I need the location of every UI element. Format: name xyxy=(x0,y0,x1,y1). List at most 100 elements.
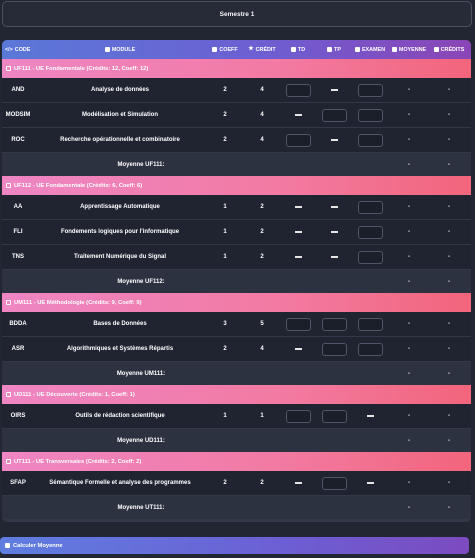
semester-header[interactable]: Semestre 1 xyxy=(2,1,472,27)
people-icon xyxy=(290,47,296,52)
module-credit: 4 xyxy=(260,346,264,352)
ue-credits-value: - xyxy=(448,504,450,511)
tp-grade-cell xyxy=(316,231,352,233)
exam-grade-input[interactable] xyxy=(357,83,383,97)
module-credits-earned: - xyxy=(448,413,450,419)
ue-header: UF112 - UE Fondamentale (Crédits: 6, Coe… xyxy=(2,176,471,195)
td-grade-cell xyxy=(280,206,316,208)
module-group-icon xyxy=(6,66,11,71)
ue-average-row: Moyenne UD111: - - xyxy=(2,429,471,452)
ue-average-label: Moyenne UT111: xyxy=(117,504,165,511)
not-applicable-dash xyxy=(330,231,338,233)
td-grade-input[interactable] xyxy=(285,317,311,331)
module-code: AND xyxy=(11,87,25,93)
td-grade-input[interactable] xyxy=(285,83,311,97)
module-coeff: 1 xyxy=(223,413,227,419)
tp-grade-input[interactable] xyxy=(321,409,347,423)
module-average: - xyxy=(408,137,410,143)
module-coeff: 2 xyxy=(223,346,227,352)
module-group-icon xyxy=(6,300,11,305)
exam-grade-input[interactable] xyxy=(357,133,383,147)
tp-grade-cell xyxy=(316,476,352,490)
module-name: Apprentissage Automatique xyxy=(80,204,160,210)
module-credits-earned: - xyxy=(448,254,450,260)
table-row: BDDA Bases de Données 3 5 - - xyxy=(2,312,471,337)
file-icon xyxy=(354,47,360,52)
module-average: - xyxy=(408,346,410,352)
module-name: Recherche opérationnelle et combinatoire xyxy=(60,137,180,143)
ue-average-value: - xyxy=(408,161,410,168)
ue-header: UT111 - UE Transversales (Crédits: 2, Co… xyxy=(2,452,471,471)
tp-grade-cell xyxy=(316,108,352,122)
table-row: SFAP Sémantique Formelle et analyse des p… xyxy=(2,471,471,496)
exam-grade-input[interactable] xyxy=(357,108,383,122)
col-td-label: TD xyxy=(297,46,306,53)
table-row: TNS Traitement Numérique du Signal 1 2 - - xyxy=(2,245,471,270)
td-grade-input[interactable] xyxy=(285,409,311,423)
table-row: OIRS Outils de rédaction scientifique 1 1 - - xyxy=(2,404,471,429)
module-coeff: 3 xyxy=(223,321,227,327)
exam-grade-input[interactable] xyxy=(357,342,383,356)
laptop-icon xyxy=(327,47,333,52)
table-row: AA Apprentissage Automatique 1 2 - - xyxy=(2,195,471,220)
col-code-label: CODE xyxy=(14,46,31,53)
exam-grade-cell xyxy=(352,83,388,97)
tp-grade-cell xyxy=(316,139,352,141)
not-applicable-dash xyxy=(294,206,302,208)
module-credit: 1 xyxy=(260,413,264,419)
module-code: AA xyxy=(13,204,23,210)
td-grade-cell xyxy=(280,482,316,484)
module-credits-earned: - xyxy=(448,112,450,118)
tp-grade-cell xyxy=(316,206,352,208)
tp-grade-input[interactable] xyxy=(321,476,347,490)
td-grade-cell xyxy=(280,256,316,258)
tp-grade-cell xyxy=(316,342,352,356)
exam-grade-cell xyxy=(352,415,388,417)
module-credit: 2 xyxy=(260,229,264,235)
tp-grade-cell xyxy=(316,89,352,91)
module-average: - xyxy=(408,413,410,419)
module-average: - xyxy=(408,321,410,327)
col-moyenne-label: MOYENNE xyxy=(398,46,427,53)
module-group-icon xyxy=(6,459,11,464)
module-average: - xyxy=(408,87,410,93)
ue-average-label: Moyenne UF112: xyxy=(117,278,165,285)
not-applicable-dash xyxy=(366,482,374,484)
col-code: </> CODE xyxy=(2,47,34,53)
col-tp-label: TP xyxy=(334,46,341,53)
col-coeff-label: COEFF xyxy=(219,46,238,53)
module-name: Outils de rédaction scientifique xyxy=(75,413,165,419)
module-credit: 2 xyxy=(260,480,264,486)
tp-grade-input[interactable] xyxy=(321,342,347,356)
calculate-average-button[interactable]: Calculer Moyenne xyxy=(0,537,469,554)
col-credit-label: CRÉDIT xyxy=(255,46,276,53)
module-name: Algorithmiques et Systèmes Répartis xyxy=(66,346,174,352)
exam-grade-input[interactable] xyxy=(357,200,383,214)
module-average: - xyxy=(408,254,410,260)
module-group-icon xyxy=(6,183,11,188)
table-header: </> CODE MODULE COEFF ★ CRÉDIT TD TP EXAM… xyxy=(2,40,471,59)
ue-title: UF112 - UE Fondamentale (Crédits: 6, Coe… xyxy=(14,182,143,189)
col-examen: EXAMEN xyxy=(352,47,388,53)
td-grade-cell xyxy=(280,83,316,97)
module-name: Sémantique Formelle et analyse des progr… xyxy=(49,480,191,486)
exam-grade-input[interactable] xyxy=(357,317,383,331)
book-icon xyxy=(104,47,110,52)
table-row: ROC Recherche opérationnelle et combinato… xyxy=(2,128,471,153)
exam-grade-input[interactable] xyxy=(357,250,383,264)
module-name: Fondements logiques pour l'informatique xyxy=(60,229,180,235)
module-credit: 4 xyxy=(260,87,264,93)
ue-credits-value: - xyxy=(448,278,450,285)
module-code: FLI xyxy=(13,229,23,235)
tp-grade-input[interactable] xyxy=(321,108,347,122)
exam-grade-cell xyxy=(352,482,388,484)
module-credit: 2 xyxy=(260,204,264,210)
weight-icon xyxy=(212,47,218,52)
table-row: MODSIM Modélisation et Simulation 2 4 - - xyxy=(2,103,471,128)
td-grade-cell xyxy=(280,348,316,350)
not-applicable-dash xyxy=(294,231,302,233)
tp-grade-input[interactable] xyxy=(321,317,347,331)
module-credits-earned: - xyxy=(448,229,450,235)
exam-grade-input[interactable] xyxy=(357,225,383,239)
td-grade-input[interactable] xyxy=(285,133,311,147)
